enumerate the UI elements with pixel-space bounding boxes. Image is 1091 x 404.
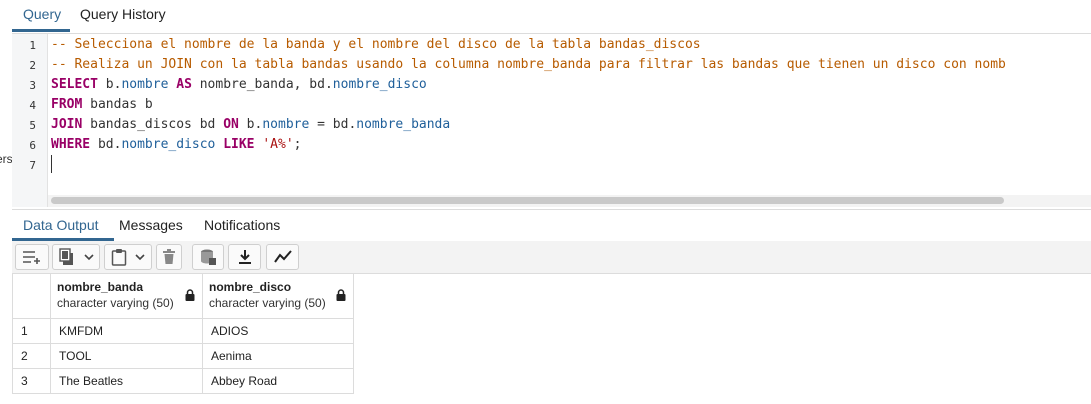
output-tab-bar: Data Output Messages Notifications (12, 209, 1091, 242)
query-tab-bar: Query Query History (12, 0, 1091, 34)
code-token: nombre_disco (121, 137, 216, 152)
line-number: 3 (29, 79, 36, 92)
delete-button[interactable] (156, 244, 182, 270)
code-token: FROM (51, 97, 83, 112)
line-number: 4 (29, 99, 36, 112)
code-token: WHERE (51, 137, 91, 152)
code-token: nombre_banda (356, 117, 451, 132)
lock-icon (185, 289, 195, 304)
column-header[interactable]: nombre_disco character varying (50) (202, 273, 354, 319)
chevron-down-icon[interactable] (84, 253, 94, 261)
row-number[interactable]: 3 (12, 368, 51, 394)
column-type: character varying (50) (57, 296, 174, 310)
code-token: b. (238, 117, 263, 132)
graph-visualiser-button[interactable] (266, 244, 299, 270)
tab-data-output[interactable]: Data Output (23, 217, 99, 233)
code-token: bandas b (82, 97, 153, 112)
line-number: 1 (29, 39, 36, 52)
download-button[interactable] (228, 244, 261, 270)
row-number[interactable]: 1 (12, 318, 51, 344)
left-edge-text: ers (0, 152, 13, 166)
save-data-icon (199, 248, 217, 266)
grid-header-row: nombre_banda character varying (50) nomb… (12, 273, 354, 319)
column-name: nombre_disco (209, 280, 292, 294)
code-line[interactable]: SELECT b.nombre AS nombre_banda, bd.nomb… (51, 75, 427, 95)
result-grid: nombre_banda character varying (50) nomb… (12, 273, 354, 394)
code-token: nombre_disco (332, 77, 427, 92)
code-line[interactable]: JOIN bandas_discos bd ON b.nombre = bd.n… (51, 115, 450, 135)
code-token: ; (293, 137, 302, 152)
scrollbar-thumb[interactable] (51, 197, 1004, 204)
table-cell[interactable]: Aenima (202, 343, 354, 369)
code-token: bandas_discos bd (82, 117, 224, 132)
column-header[interactable]: nombre_banda character varying (50) (50, 273, 203, 319)
table-cell[interactable]: KMFDM (50, 318, 203, 344)
code-token: -- Realiza un JOIN con la tabla bandas u… (51, 57, 1006, 72)
tab-query-underline (12, 29, 70, 32)
code-token: LIKE (223, 137, 255, 152)
copy-icon (58, 248, 76, 266)
tab-query[interactable]: Query (23, 6, 61, 22)
line-number: 6 (29, 139, 36, 152)
save-data-button[interactable] (192, 244, 224, 270)
code-token: ON (223, 117, 239, 132)
paste-button[interactable] (104, 244, 152, 270)
code-token: JOIN (51, 117, 83, 132)
table-row[interactable]: 3 The Beatles Abbey Road (12, 368, 354, 394)
horizontal-scrollbar[interactable] (48, 195, 1091, 207)
paste-icon (111, 248, 127, 266)
data-output-toolbar (12, 241, 1091, 274)
tab-query-history[interactable]: Query History (80, 6, 166, 22)
row-number[interactable]: 2 (12, 343, 51, 369)
tab-messages[interactable]: Messages (119, 217, 183, 233)
code-token: 'A%' (262, 137, 294, 152)
table-cell[interactable]: Abbey Road (202, 368, 354, 394)
tab-notifications[interactable]: Notifications (204, 217, 280, 233)
table-row[interactable]: 1 KMFDM ADIOS (12, 318, 354, 344)
table-cell[interactable]: ADIOS (202, 318, 354, 344)
table-cell[interactable]: TOOL (50, 343, 203, 369)
code-line[interactable]: -- Selecciona el nombre de la banda y el… (51, 35, 701, 55)
sql-editor[interactable]: 1 2 3 4 5 6 7 -- Selecciona el nombre de… (12, 34, 1091, 207)
chevron-down-icon[interactable] (135, 253, 145, 261)
add-row-button[interactable] (15, 244, 49, 270)
code-token: = bd. (309, 117, 357, 132)
code-token: b. (97, 77, 122, 92)
text-cursor (51, 155, 52, 173)
code-token: nombre_banda, bd. (191, 77, 333, 92)
code-token: nombre (121, 77, 169, 92)
code-token: -- Selecciona el nombre de la banda y el… (51, 37, 701, 52)
download-icon (238, 249, 252, 265)
lock-icon (336, 289, 346, 304)
add-row-icon (22, 249, 42, 265)
line-number: 5 (29, 119, 36, 132)
code-token: nombre (262, 117, 310, 132)
code-token: bd. (90, 137, 122, 152)
line-number-gutter: 1 2 3 4 5 6 7 (12, 34, 48, 207)
copy-button[interactable] (52, 244, 100, 270)
column-type: character varying (50) (209, 296, 326, 310)
row-number-header[interactable] (12, 273, 51, 319)
line-number: 7 (29, 159, 36, 172)
code-line[interactable]: -- Realiza un JOIN con la tabla bandas u… (51, 55, 1006, 75)
table-row[interactable]: 2 TOOL Aenima (12, 343, 354, 369)
delete-icon (163, 249, 175, 265)
column-name: nombre_banda (57, 280, 144, 294)
table-cell[interactable]: The Beatles (50, 368, 203, 394)
code-line[interactable]: WHERE bd.nombre_disco LIKE 'A%'; (51, 135, 301, 155)
line-number: 2 (29, 59, 36, 72)
code-token: AS (176, 77, 192, 92)
code-line[interactable]: FROM bandas b (51, 95, 153, 115)
graph-visualiser-icon (273, 250, 292, 264)
code-token: SELECT (51, 77, 98, 92)
